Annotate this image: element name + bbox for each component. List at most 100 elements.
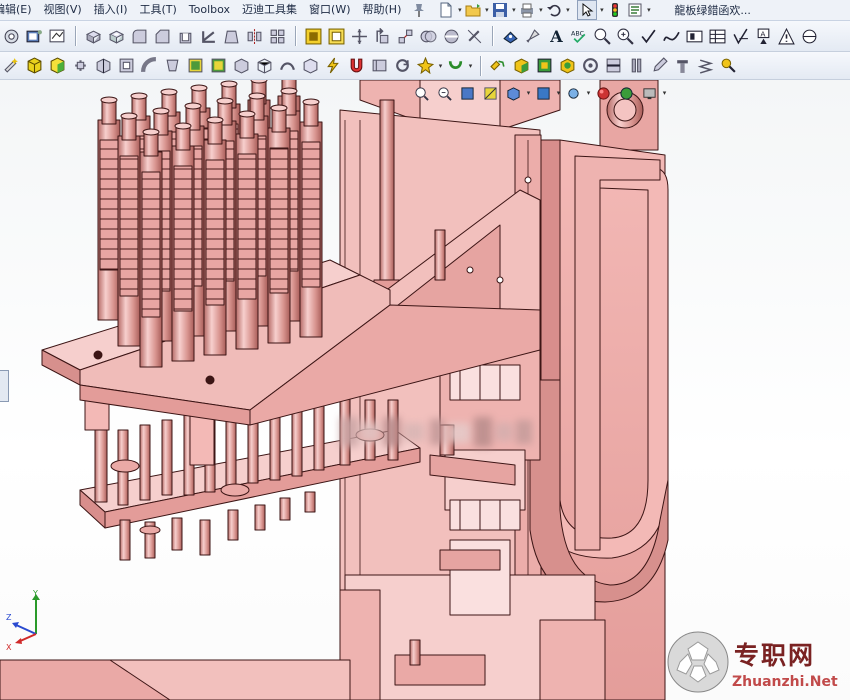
library-icon[interactable]: [627, 56, 646, 75]
note-icon[interactable]: [524, 27, 543, 46]
fastener-icon[interactable]: [673, 56, 692, 75]
surface-finish-icon[interactable]: [731, 27, 750, 46]
magnet-icon[interactable]: [347, 56, 366, 75]
sheet-metal-icon[interactable]: [535, 56, 554, 75]
menu-edit[interactable]: 编辑(E): [0, 0, 38, 20]
menu-insert[interactable]: 插入(I): [88, 0, 134, 20]
zoom-fit-icon[interactable]: [593, 27, 612, 46]
actuator-cylinder[interactable]: [97, 96, 121, 321]
gear-part-icon[interactable]: [558, 56, 577, 75]
display-style-dropdown-icon[interactable]: ▾: [555, 84, 562, 102]
open-dropdown-icon[interactable]: ▾: [483, 1, 490, 19]
feature-manager-collapse-tab[interactable]: [0, 370, 9, 402]
pattern-icon[interactable]: [268, 27, 287, 46]
rotate-component-icon[interactable]: [373, 27, 392, 46]
select-arrow-icon[interactable]: [577, 0, 598, 20]
hidden-lines-icon[interactable]: [232, 56, 251, 75]
undo-icon[interactable]: [545, 1, 563, 19]
star-dropdown-icon[interactable]: ▾: [437, 57, 444, 75]
monitor-icon[interactable]: [641, 85, 658, 102]
options-dropdown-icon[interactable]: ▾: [645, 1, 652, 19]
actuator-cylinder[interactable]: [235, 110, 259, 350]
view-orientation-dropdown-icon[interactable]: ▾: [525, 84, 532, 102]
mate-yellow-icon[interactable]: [304, 27, 323, 46]
hide-show-icon[interactable]: [442, 27, 461, 46]
monitor-dropdown-icon[interactable]: ▾: [661, 84, 668, 102]
actuator-cylinder[interactable]: [117, 112, 141, 347]
explode-icon[interactable]: [396, 27, 415, 46]
dimension-icon[interactable]: [501, 27, 520, 46]
yellow-cube-icon[interactable]: [25, 56, 44, 75]
block-icon[interactable]: [685, 27, 704, 46]
move-component-icon[interactable]: [350, 27, 369, 46]
menu-window[interactable]: 窗口(W): [303, 0, 356, 20]
graphics-viewport[interactable]: ▾ ▾ ▾ ▾ Y Z X 专职网 Zhuanzhi.Net: [0, 80, 850, 700]
bookmark-icon[interactable]: [370, 56, 389, 75]
actuator-cylinder[interactable]: [203, 116, 227, 356]
datum-target-icon[interactable]: [800, 27, 819, 46]
extrude-icon[interactable]: [84, 27, 103, 46]
hide-show-items-icon[interactable]: [565, 85, 582, 102]
actuator-cylinder[interactable]: [139, 128, 163, 368]
shaded-icon[interactable]: [209, 56, 228, 75]
menu-view[interactable]: 视图(V): [38, 0, 88, 20]
draft-icon[interactable]: [222, 27, 241, 46]
view-orientation-icon[interactable]: [505, 85, 522, 102]
rib-icon[interactable]: [199, 27, 218, 46]
display-style-icon[interactable]: [186, 56, 205, 75]
previous-view-icon[interactable]: [459, 85, 476, 102]
curve-icon[interactable]: [278, 56, 297, 75]
wrap-icon[interactable]: [117, 56, 136, 75]
zoom-area-icon[interactable]: [616, 27, 635, 46]
menu-toolbox[interactable]: Toolbox: [183, 0, 236, 20]
smart-dimension-icon[interactable]: [465, 27, 484, 46]
actuator-cylinder[interactable]: [171, 122, 195, 362]
menu-tools[interactable]: 工具(T): [133, 0, 182, 20]
mirror-icon[interactable]: [245, 27, 264, 46]
spring-icon[interactable]: [696, 56, 715, 75]
reference-triad[interactable]: Y Z X: [6, 590, 56, 650]
datum-icon[interactable]: A: [754, 27, 773, 46]
display-pane-icon[interactable]: [25, 27, 44, 46]
undo-dropdown-icon[interactable]: ▾: [564, 1, 571, 19]
hole-wizard-icon[interactable]: [2, 27, 21, 46]
appearance-icon[interactable]: [595, 85, 612, 102]
surface-icon[interactable]: [581, 56, 600, 75]
new-dropdown-icon[interactable]: ▾: [456, 1, 463, 19]
loft-icon[interactable]: [163, 56, 182, 75]
arc-dropdown-icon[interactable]: ▾: [467, 57, 474, 75]
abc-spelling-icon[interactable]: ABC: [570, 27, 589, 46]
rebuild-traffic-light-icon[interactable]: [606, 1, 624, 19]
print-icon[interactable]: [518, 1, 536, 19]
actuator-cylinder[interactable]: [299, 98, 323, 338]
warning-triangle-icon[interactable]: [777, 27, 796, 46]
wireframe-icon[interactable]: [255, 56, 274, 75]
sweep-icon[interactable]: [140, 56, 159, 75]
zoom-to-fit-icon[interactable]: [413, 85, 430, 102]
shell-icon[interactable]: [176, 27, 195, 46]
menu-help[interactable]: 帮助(H): [357, 0, 408, 20]
cut-icon[interactable]: [107, 27, 126, 46]
zoom-area-icon[interactable]: [436, 85, 453, 102]
fillet-icon[interactable]: [130, 27, 149, 46]
group-icon[interactable]: [489, 56, 508, 75]
search-part-icon[interactable]: [719, 56, 738, 75]
new-document-icon[interactable]: [437, 1, 455, 19]
options-icon[interactable]: [626, 1, 644, 19]
pencil-icon[interactable]: [650, 56, 669, 75]
interference-icon[interactable]: [419, 27, 438, 46]
menu-maidi-toolset[interactable]: 迈迪工具集: [236, 0, 303, 20]
rotate-view-icon[interactable]: [393, 56, 412, 75]
scene-icon[interactable]: [618, 85, 635, 102]
wizard-icon[interactable]: [2, 56, 21, 75]
print-dropdown-icon[interactable]: ▾: [537, 1, 544, 19]
section-view-icon[interactable]: [482, 85, 499, 102]
hide-show-dropdown-icon[interactable]: ▾: [585, 84, 592, 102]
mate-highlight-icon[interactable]: [327, 27, 346, 46]
display-style-icon[interactable]: [535, 85, 552, 102]
lightning-icon[interactable]: [324, 56, 343, 75]
arc-icon[interactable]: [446, 56, 465, 75]
sketch-icon[interactable]: [48, 27, 67, 46]
pin-icon[interactable]: [410, 1, 428, 19]
rotate-part-icon[interactable]: [71, 56, 90, 75]
